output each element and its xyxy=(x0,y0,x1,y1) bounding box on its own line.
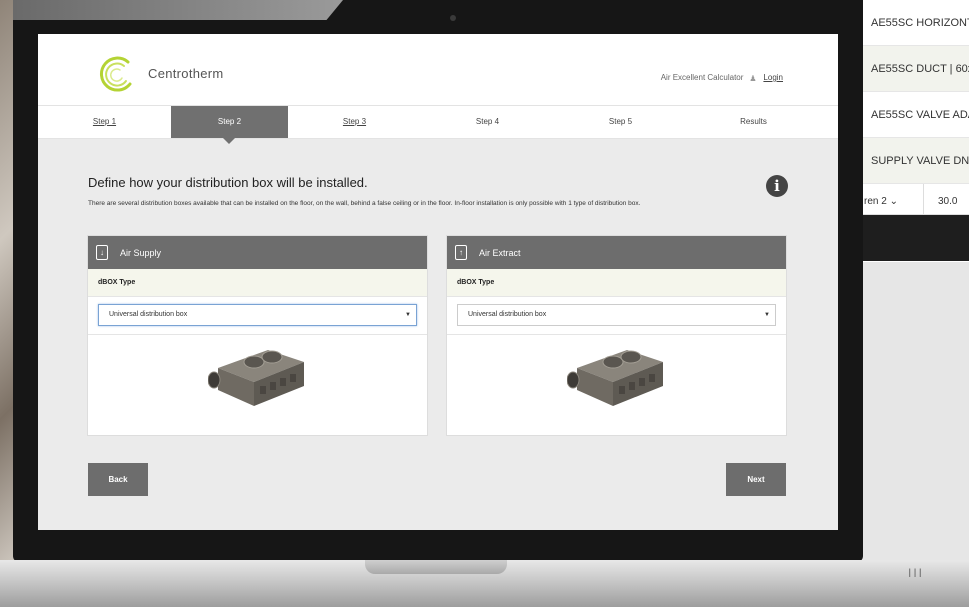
tab-label: Step 1 xyxy=(92,117,117,126)
select-row: Universal distribution box ▼ xyxy=(447,297,786,335)
tab-step-2[interactable]: Step 2 xyxy=(171,106,288,144)
select-value: Universal distribution box xyxy=(468,311,547,318)
air-extract-panel: ↑ Air Extract dBOX Type Universal distri… xyxy=(446,235,787,436)
side-table-row: AE55SC HORIZONT xyxy=(862,0,969,46)
tab-label: Results xyxy=(740,117,767,126)
side-table-row: SUPPLY VALVE DN xyxy=(862,138,969,184)
browser-screen: Centrotherm Air Excellent Calculator ♟ L… xyxy=(38,34,838,530)
side-table-dropdown[interactable]: ren 2 ⌄ xyxy=(862,184,924,214)
panel-title: Air Extract xyxy=(479,247,521,258)
air-supply-panel: ↓ Air Supply dBOX Type Universal distrib… xyxy=(87,235,428,436)
tab-label: Step 4 xyxy=(475,117,500,126)
tab-results: Results xyxy=(687,106,820,138)
extract-dbox-select[interactable]: Universal distribution box ▼ xyxy=(457,304,776,326)
side-table-value: 30.0 xyxy=(938,196,958,207)
panel-subtitle: dBOX Type xyxy=(88,269,427,297)
tab-step-3[interactable]: Step 3 xyxy=(288,106,421,138)
dropdown-arrow-icon: ▼ xyxy=(405,312,411,318)
arrow-down-icon: ↓ xyxy=(96,245,108,260)
tab-step-5: Step 5 xyxy=(554,106,687,138)
side-table-footer: ren 2 ⌄ 30.0 xyxy=(862,184,969,215)
step-navigation: Step 1 Step 2 Step 3 Step 4 Step 5 Resul… xyxy=(38,105,838,144)
page-description: There are several distribution boxes ava… xyxy=(88,200,641,207)
panel-title: Air Supply xyxy=(120,247,162,258)
tab-label: Step 5 xyxy=(608,117,633,126)
back-button[interactable]: Back xyxy=(88,463,148,496)
panel-header: ↓ Air Supply xyxy=(88,236,427,269)
user-icon: ♟ xyxy=(749,73,757,83)
laptop-vents: III xyxy=(908,566,925,580)
distribution-box-image xyxy=(567,350,663,406)
lid-glare xyxy=(13,0,343,20)
next-button[interactable]: Next xyxy=(726,463,786,496)
select-value: Universal distribution box xyxy=(109,311,188,318)
arrow-up-icon: ↑ xyxy=(455,245,467,260)
dropdown-arrow-icon: ▼ xyxy=(764,312,770,318)
tab-label: Step 2 xyxy=(217,117,242,126)
login-link[interactable]: Login xyxy=(763,73,783,82)
select-row: Universal distribution box ▼ xyxy=(88,297,427,335)
tab-label: Step 3 xyxy=(342,117,367,126)
side-table-row: AE55SC VALVE ADA xyxy=(862,92,969,138)
tab-step-1[interactable]: Step 1 xyxy=(38,106,171,138)
camera-icon xyxy=(450,15,456,21)
page-title: Define how your distribution box will be… xyxy=(88,175,368,190)
panel-header: ↑ Air Extract xyxy=(447,236,786,269)
side-product-table: AE55SC HORIZONT AE55SC DUCT | 60x AE55SC… xyxy=(862,0,969,262)
side-table-row: AE55SC DUCT | 60x xyxy=(862,46,969,92)
brand-name: Centrotherm xyxy=(148,66,224,81)
calculator-link[interactable]: Air Excellent Calculator xyxy=(661,73,744,82)
laptop-notch xyxy=(365,560,507,574)
panel-subtitle: dBOX Type xyxy=(447,269,786,297)
distribution-box-image xyxy=(208,350,304,406)
info-icon[interactable]: i xyxy=(766,175,788,197)
header-links: Air Excellent Calculator ♟ Login xyxy=(661,73,783,83)
supply-dbox-select[interactable]: Universal distribution box ▼ xyxy=(98,304,417,326)
side-table-dark-bar xyxy=(862,215,969,261)
centrotherm-logo-icon xyxy=(99,56,132,92)
site-header: Centrotherm Air Excellent Calculator ♟ L… xyxy=(38,34,838,105)
tab-step-4: Step 4 xyxy=(421,106,554,138)
